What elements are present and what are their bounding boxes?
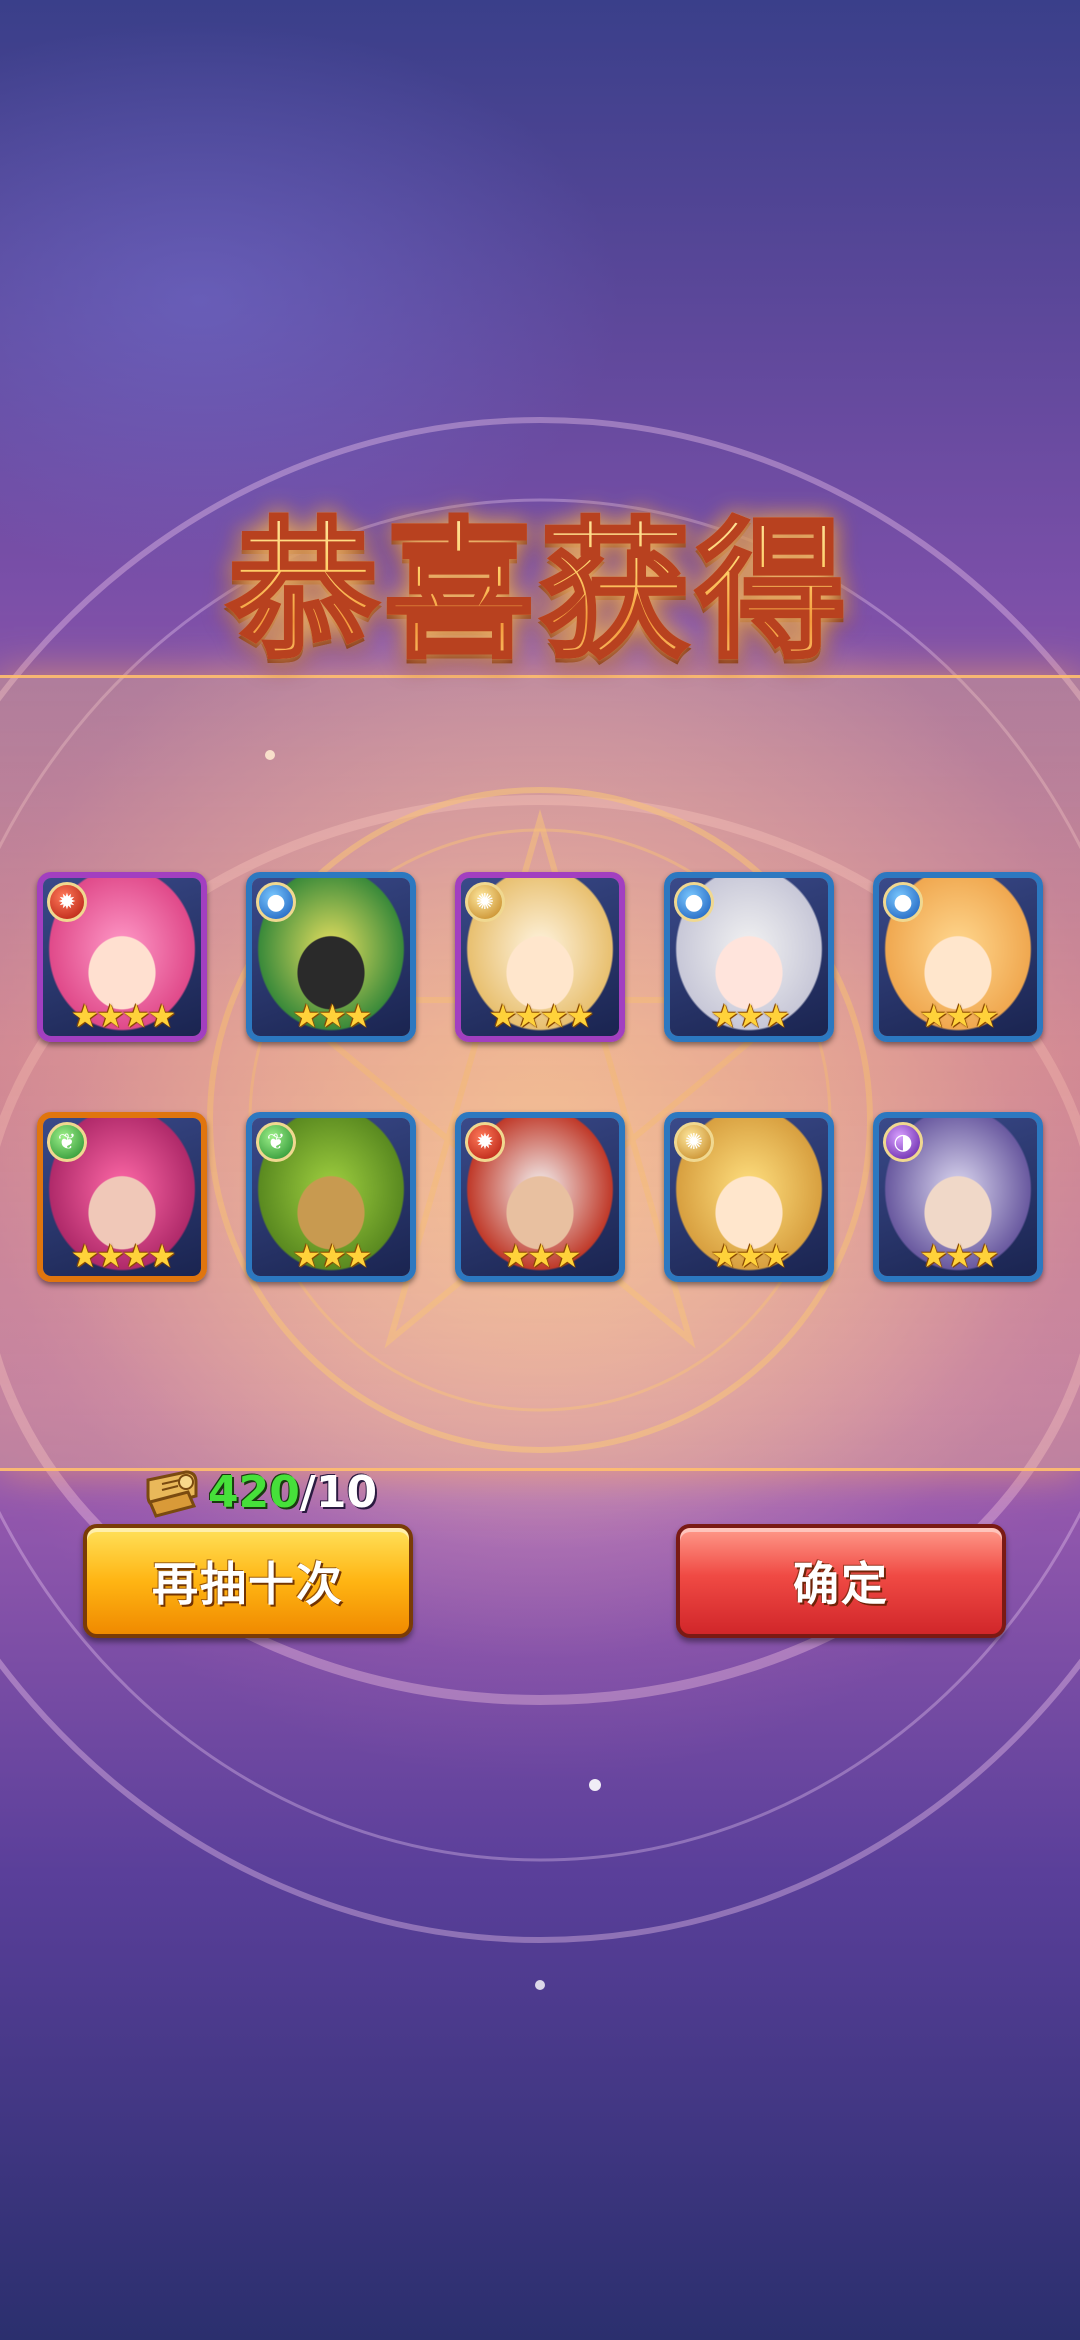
nature-element-icon: ❦ [256, 1122, 296, 1162]
water-element-icon: ● [256, 882, 296, 922]
summon-scroll-icon [146, 1470, 198, 1518]
reward-banner [0, 675, 1080, 1471]
star-rating: ★★★ [919, 997, 999, 1035]
star-rating: ★★★ [501, 1237, 581, 1275]
dark-element-icon: ◑ [883, 1122, 923, 1162]
reward-card-horned-elf[interactable]: ❦ ★★★★ [37, 1112, 207, 1282]
summon-cost: 420 /10 [140, 1462, 377, 1522]
congratulations-title: 恭喜获得 [0, 470, 1080, 687]
reward-card-white-hood-priestess[interactable]: ✺ ★★★★ [455, 872, 625, 1042]
reward-card-bearded-dwarf[interactable]: ✹ ★★★ [455, 1112, 625, 1282]
light-element-icon: ✺ [465, 882, 505, 922]
fire-element-icon: ✹ [465, 1122, 505, 1162]
draw-cost: /10 [299, 1466, 378, 1518]
draw-ten-again-button[interactable]: 再抽十次 [83, 1524, 413, 1638]
reward-card-silver-hair-man[interactable]: ◑ ★★★ [873, 1112, 1043, 1282]
light-element-icon: ✺ [674, 1122, 714, 1162]
water-element-icon: ● [883, 882, 923, 922]
nature-element-icon: ❦ [47, 1122, 87, 1162]
star-rating: ★★★ [710, 1237, 790, 1275]
star-rating: ★★★ [292, 1237, 372, 1275]
star-rating: ★★★ [919, 1237, 999, 1275]
reward-card-pink-hair-girl[interactable]: ✹ ★★★★ [37, 872, 207, 1042]
star-rating: ★★★★ [488, 997, 595, 1035]
water-element-icon: ● [674, 882, 714, 922]
reward-card-blonde-knight-girl[interactable]: ✺ ★★★ [664, 1112, 834, 1282]
reward-card-white-hair-girl[interactable]: ● ★★★ [664, 872, 834, 1042]
fire-element-icon: ✹ [47, 882, 87, 922]
star-rating: ★★★ [292, 997, 372, 1035]
reward-card-blonde-girl[interactable]: ● ★★★ [873, 872, 1043, 1042]
scroll-count: 420 [208, 1466, 300, 1518]
star-rating: ★★★ [710, 997, 790, 1035]
reward-card-treant[interactable]: ❦ ★★★ [246, 1112, 416, 1282]
star-rating: ★★★★ [70, 997, 177, 1035]
confirm-button[interactable]: 确定 [676, 1524, 1006, 1638]
star-rating: ★★★★ [70, 1237, 177, 1275]
reward-card-gas-mask-character[interactable]: ● ★★★ [246, 872, 416, 1042]
